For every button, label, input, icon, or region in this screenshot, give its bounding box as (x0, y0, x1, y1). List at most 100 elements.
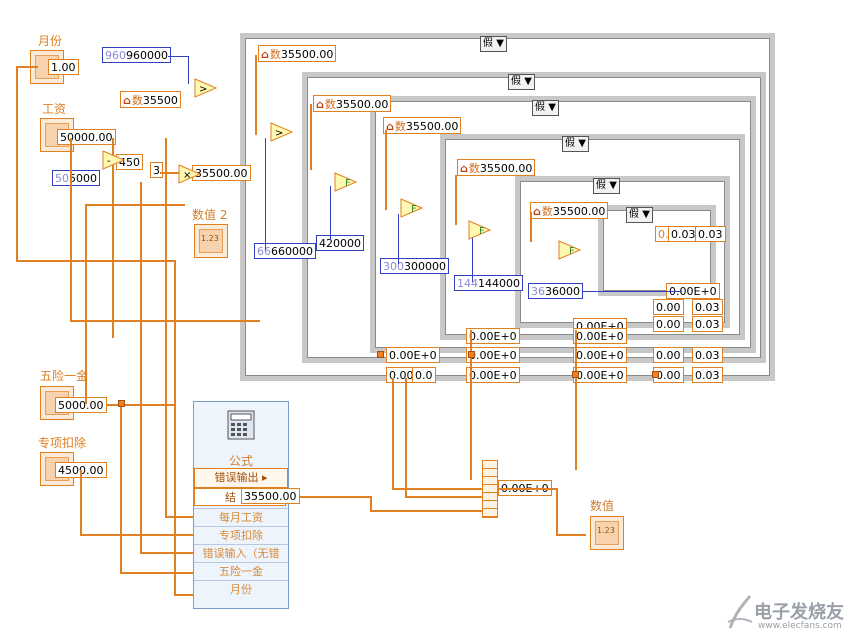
wire (255, 55, 257, 135)
wire (70, 138, 72, 322)
constant-660000[interactable]: 66660000 (254, 243, 316, 259)
wire (16, 260, 176, 262)
small-display-3: 3 (150, 162, 163, 178)
rate-right-1: 0.00 (653, 299, 684, 315)
multiply-node[interactable]: × (178, 164, 202, 184)
wire (385, 130, 387, 210)
rate-right-2: 0.03 (692, 299, 723, 315)
input-insurance[interactable]: 五险一金 (194, 562, 288, 581)
constant-144000[interactable]: 144144000 (454, 275, 523, 291)
greater-than-node-2[interactable]: > (270, 122, 294, 142)
wire (140, 182, 142, 552)
rate-right-5: 0.00 (653, 347, 684, 363)
select-node-2[interactable]: F (400, 198, 424, 218)
month-label: 月份 (38, 34, 63, 48)
e-value-2: 0.00E+0 (466, 367, 520, 383)
wire (530, 212, 532, 242)
tunnel (377, 351, 384, 358)
rate-display-a: 0.03 (668, 226, 699, 242)
error-out-terminal[interactable]: 错误输出 ▸ (194, 468, 288, 488)
wire (174, 594, 194, 596)
subtract-node[interactable]: - (102, 150, 126, 170)
constant-5000[interactable]: 505000 (52, 170, 100, 186)
tunnel (468, 351, 475, 358)
svg-text:×: × (183, 170, 191, 181)
insurance-value[interactable]: 5000.00 (55, 397, 107, 413)
e-value-6: 0.00E+0 (573, 367, 627, 383)
wire (330, 186, 331, 240)
input-special-deduction[interactable]: 专项扣除 (194, 526, 288, 545)
rate-right-6: 0.03 (692, 347, 723, 363)
wire (160, 172, 180, 174)
case-selector-1[interactable]: 假 ▼ (480, 36, 507, 52)
wire (290, 496, 370, 498)
numeric-constant-6[interactable]: ⌂数35500.00 (530, 202, 609, 219)
wire (472, 236, 473, 282)
wire (405, 378, 407, 498)
svg-text:-: - (107, 156, 111, 167)
numeric-constant-2[interactable]: ⌂数35500 (120, 91, 181, 108)
tunnel (118, 400, 125, 407)
wire (80, 470, 82, 536)
case-selector-4[interactable]: 假 ▼ (562, 136, 589, 152)
select-node-4[interactable]: F (558, 240, 582, 260)
month-value[interactable]: 1.00 (48, 59, 79, 75)
constant-36000[interactable]: 3636000 (528, 283, 583, 299)
case-selector-5[interactable]: 假 ▼ (593, 178, 620, 194)
constant-300000[interactable]: 300300000 (380, 258, 449, 274)
wire (168, 56, 188, 57)
value-indicator[interactable]: 1.23 (590, 516, 624, 550)
e-value-5: 0.00E+0 (573, 347, 627, 363)
wire (398, 214, 399, 264)
salary-value[interactable]: 50000.00 (57, 129, 116, 145)
numeric-constant-3[interactable]: ⌂数35500.00 (313, 95, 392, 112)
watermark-logo-icon (727, 595, 753, 629)
house-icon: ⌂ (123, 94, 131, 107)
formula-node[interactable]: 公式 错误输出 ▸ 结 每月工资 专项扣除 错误输入（无错 五险一金 月份 (193, 401, 289, 609)
house-icon: ⌂ (316, 98, 324, 111)
wire (455, 175, 457, 225)
wire (405, 496, 482, 498)
wire (85, 204, 185, 206)
build-array-node[interactable] (482, 460, 498, 518)
house-icon: ⌂ (261, 48, 269, 61)
svg-text:>: > (275, 128, 283, 139)
value-label: 数值 (590, 499, 615, 513)
bottom-left-b: 0.0 (412, 367, 436, 383)
formula-result-value: 35500.00 (241, 488, 300, 504)
rate-display-b: 0.03 (695, 226, 726, 242)
numeric-constant-4[interactable]: ⌂数35500.00 (383, 117, 462, 134)
svg-text:>: > (199, 84, 207, 95)
input-month[interactable]: 月份 (194, 580, 288, 599)
wire (392, 378, 394, 490)
wire (498, 488, 558, 490)
wire (556, 534, 586, 536)
select-node-1[interactable]: F (334, 172, 358, 192)
constant-960000[interactable]: 960960000 (102, 47, 171, 63)
tunnel (572, 371, 579, 378)
select-node-3[interactable]: F (468, 220, 492, 240)
greater-than-node-1[interactable]: > (194, 78, 218, 98)
wire (188, 56, 189, 84)
case-selector-3[interactable]: 假 ▼ (532, 100, 559, 116)
wire (582, 291, 682, 292)
numeric-constant-1[interactable]: ⌂数35500.00 (258, 45, 337, 62)
wire (310, 104, 312, 170)
value2-label: 数值 2 (192, 208, 228, 222)
case-selector-6[interactable]: 假 ▼ (626, 207, 653, 223)
value2-indicator[interactable]: 1.23 (194, 224, 228, 258)
wire (120, 572, 193, 574)
rate-right-8: 0.03 (692, 367, 723, 383)
numeric-constant-5[interactable]: ⌂数35500.00 (457, 159, 536, 176)
insurance-label: 五险一金 (40, 369, 89, 383)
house-icon: ⌂ (386, 120, 394, 133)
svg-text:F: F (345, 178, 351, 189)
input-error-in[interactable]: 错误输入（无错 (194, 544, 288, 563)
house-icon: ⌂ (460, 162, 468, 175)
wire (16, 66, 38, 68)
case-selector-2[interactable]: 假 ▼ (508, 74, 535, 90)
input-monthly-salary[interactable]: 每月工资 (194, 508, 288, 527)
rate-right-3: 0.00 (653, 316, 684, 332)
numeric-tag: 1.23 (201, 234, 219, 243)
constant-420000[interactable]: 420000 (316, 235, 364, 251)
